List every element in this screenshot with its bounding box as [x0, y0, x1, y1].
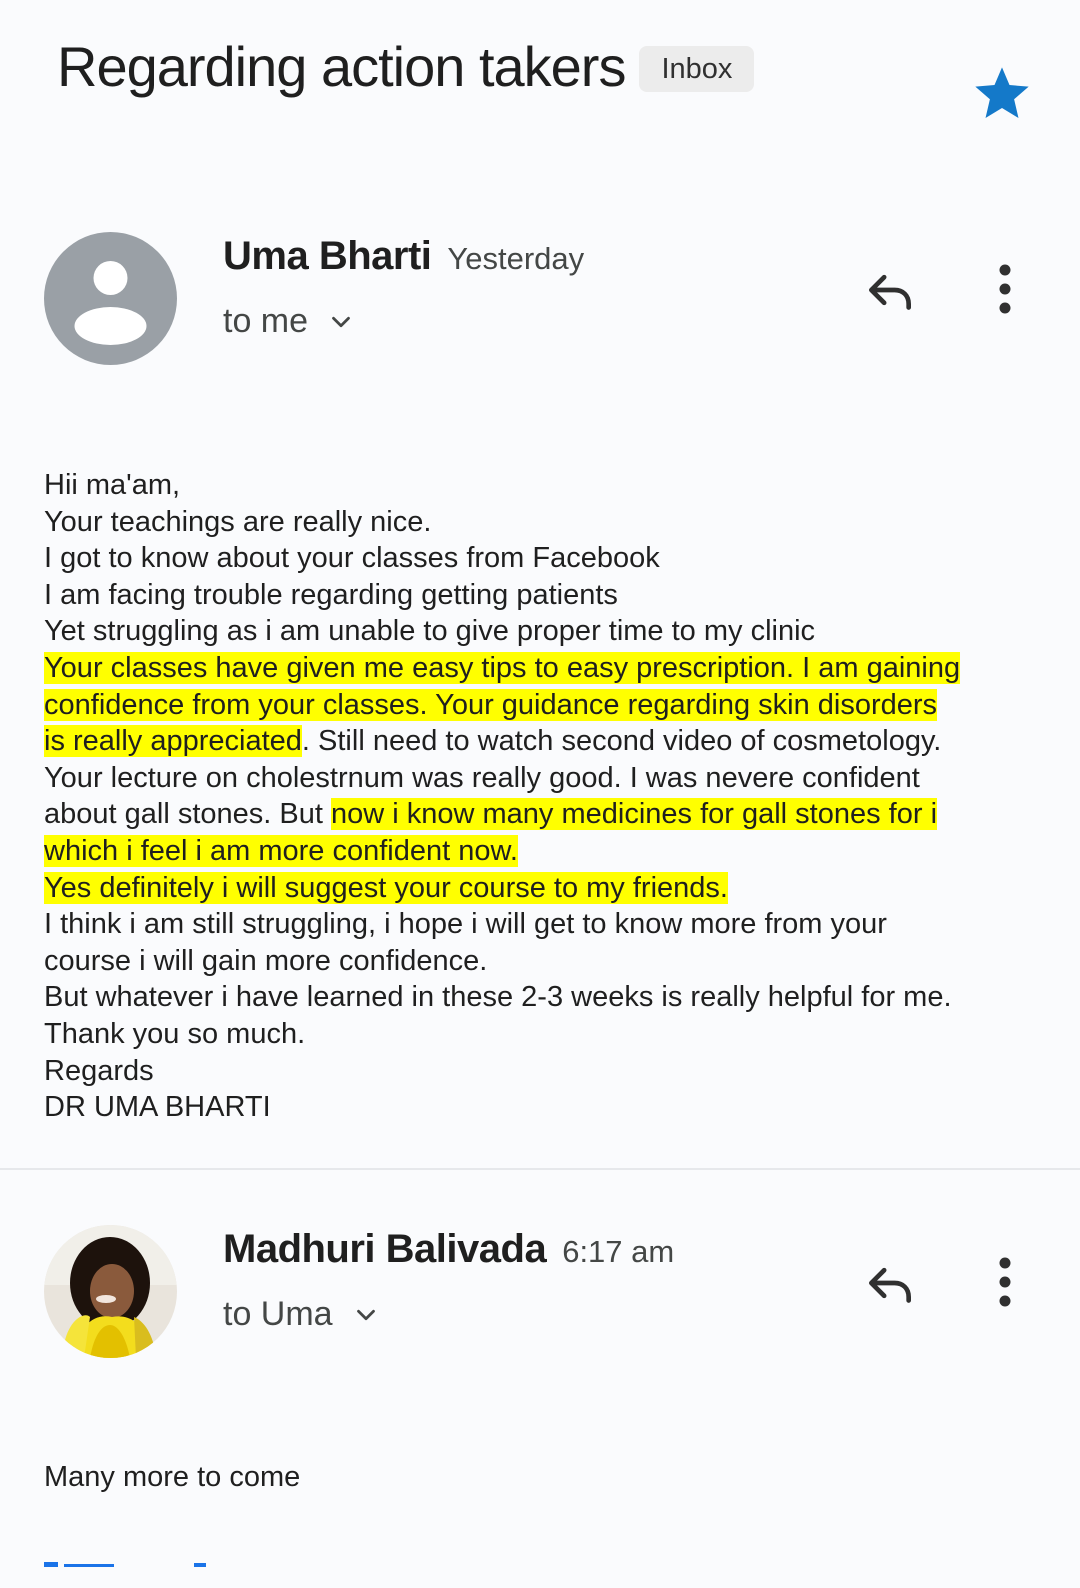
message-time: 6:17 am: [562, 1234, 675, 1269]
sender-avatar-default[interactable]: [44, 232, 177, 365]
body-line: I am facing trouble regarding getting pa…: [44, 577, 960, 614]
show-quoted-text-link[interactable]: [44, 1559, 224, 1567]
recipient-label: to Uma: [223, 1295, 333, 1333]
recipient-toggle[interactable]: to me: [223, 302, 356, 341]
person-icon: [74, 261, 147, 345]
body-text: Hii ma'am,: [44, 469, 181, 501]
body-line: Regards: [44, 1053, 960, 1090]
body-line: Many more to come: [44, 1459, 300, 1496]
chevron-down-icon: [356, 1309, 375, 1320]
message-divider: [0, 1168, 1080, 1170]
body-line: Yet struggling as i am unable to give pr…: [44, 613, 960, 650]
body-text: Thank you so much.: [44, 1017, 306, 1050]
sender-name[interactable]: Madhuri Balivada: [223, 1227, 547, 1272]
body-text: Your lecture on cholestrnum was really g…: [44, 761, 920, 794]
body-text: I am facing trouble regarding getting pa…: [44, 578, 618, 611]
email-subject: Regarding action takers: [57, 35, 626, 98]
body-line: Your teachings are really nice.: [44, 504, 960, 541]
reply-icon[interactable]: [862, 1255, 918, 1311]
message-2-sender-row: Madhuri Balivada 6:17 am: [223, 1227, 674, 1272]
star-icon[interactable]: [970, 62, 1034, 126]
body-line: Your classes have given me easy tips to …: [44, 650, 961, 687]
more-vert-icon[interactable]: [995, 262, 1015, 318]
highlighted-text: Yes definitely i will suggest your cours…: [44, 871, 728, 904]
more-vert-icon[interactable]: [995, 1255, 1015, 1311]
body-text: Regards: [44, 1054, 154, 1087]
recipient-label: to me: [223, 302, 309, 340]
message-time: Yesterday: [447, 241, 585, 276]
highlighted-text: Your classes have given me easy tips to …: [44, 651, 961, 684]
chevron-down-icon: [332, 316, 350, 327]
body-text: But whatever i have learned in these 2-3…: [44, 981, 952, 1014]
message-body: Many more to come: [44, 1459, 300, 1496]
highlighted-text: now i know many medicines for gall stone…: [330, 798, 938, 831]
highlighted-text: which i feel i am more confident now.: [44, 834, 518, 867]
body-line: Your lecture on cholestrnum was really g…: [44, 760, 960, 797]
body-text: DR UMA BHARTI: [44, 1091, 271, 1124]
sender-name[interactable]: Uma Bharti: [223, 234, 432, 279]
body-line: Thank you so much.: [44, 1016, 960, 1053]
body-line: confidence from your classes. Your guida…: [44, 687, 960, 724]
message-1-sender-row: Uma Bharti Yesterday: [223, 234, 584, 279]
body-line: I think i am still struggling, i hope i …: [44, 906, 960, 943]
body-line: Hii ma'am,: [44, 467, 960, 504]
body-line: which i feel i am more confident now.: [44, 833, 960, 870]
highlighted-text: confidence from your classes. Your guida…: [44, 688, 938, 721]
recipient-toggle[interactable]: to Uma: [223, 1295, 381, 1334]
profile-photo: [44, 1225, 177, 1358]
body-text: about gall stones. But: [44, 798, 331, 831]
body-line: Yes definitely i will suggest your cours…: [44, 870, 960, 907]
body-line: course i will gain more confidence.: [44, 943, 960, 980]
body-text: course i will gain more confidence.: [44, 944, 488, 977]
reply-icon[interactable]: [862, 262, 918, 318]
body-line: about gall stones. But now i know many m…: [44, 796, 960, 833]
body-line: DR UMA BHARTI: [44, 1089, 960, 1126]
body-text: Your teachings are really nice.: [44, 505, 432, 538]
body-text: Yet struggling as i am unable to give pr…: [44, 615, 816, 648]
body-text: I got to know about your classes from Fa…: [44, 542, 660, 575]
body-line: But whatever i have learned in these 2-3…: [44, 979, 960, 1016]
body-text: . Still need to watch second video of co…: [301, 725, 942, 758]
body-text: I think i am still struggling, i hope i …: [44, 908, 887, 941]
sender-avatar-photo[interactable]: [44, 1225, 177, 1358]
inbox-label-badge[interactable]: Inbox: [639, 46, 755, 92]
message-body: Hii ma'am, Your teachings are really nice…: [44, 467, 961, 1126]
body-line: I got to know about your classes from Fa…: [44, 540, 960, 577]
highlighted-text: is really appreciated: [44, 725, 302, 758]
body-text: Many more to come: [44, 1461, 301, 1493]
subject-row: Regarding action takers Inbox: [57, 32, 755, 102]
body-line: is really appreciated. Still need to wat…: [44, 723, 960, 760]
